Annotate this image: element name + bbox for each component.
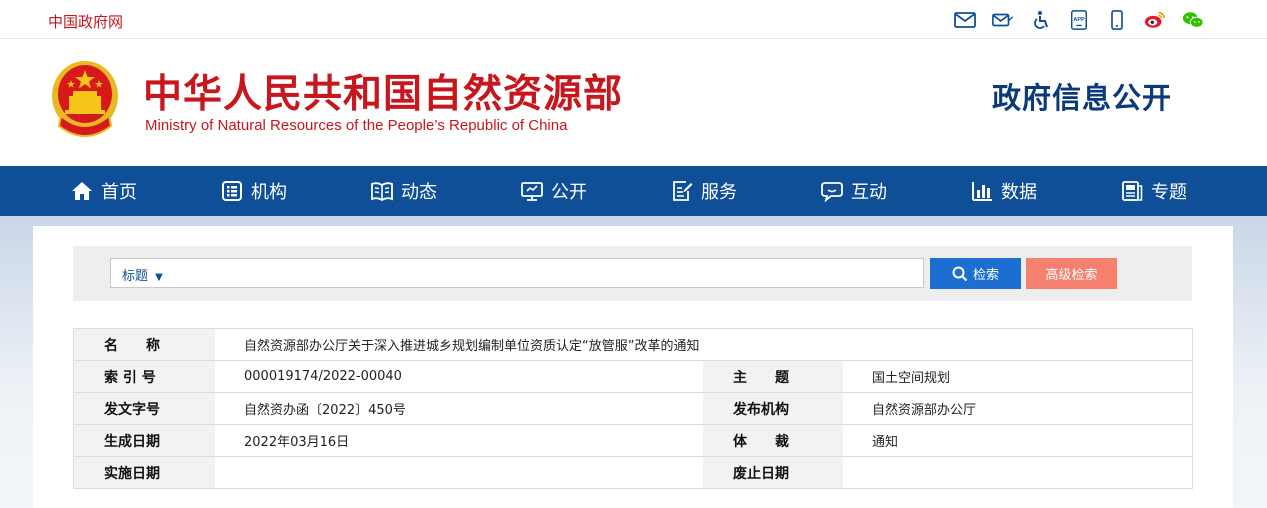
home-icon	[72, 182, 92, 200]
wechat-icon[interactable]	[1174, 9, 1212, 31]
issuer-label: 发布机构	[703, 393, 843, 424]
nav-item-topic[interactable]: 专题	[1121, 166, 1187, 216]
index-label: 索 引 号	[74, 361, 215, 392]
top-icon-group: APP	[946, 9, 1212, 31]
nav-label: 首页	[101, 182, 137, 203]
national-emblem-icon	[52, 61, 118, 137]
nav-label: 机构	[251, 182, 287, 203]
table-row: 实施日期 废止日期	[74, 457, 1192, 488]
search-type-label: 标题	[122, 269, 149, 284]
table-row: 名 称 自然资源部办公厅关于深入推进城乡规划编制单位资质认定“放管服”改革的通知	[74, 329, 1192, 361]
index-value: 000019174/2022-00040	[244, 369, 402, 384]
search-input[interactable]	[180, 260, 920, 286]
search-icon	[952, 266, 968, 281]
expiry-label: 废止日期	[703, 457, 843, 488]
nav-item-service[interactable]: 服务	[671, 166, 737, 216]
app-icon[interactable]: APP	[1060, 9, 1098, 31]
edit-doc-icon	[673, 181, 693, 201]
ministry-title-en: Ministry of Natural Resources of the Peo…	[145, 117, 568, 134]
nav-item-home[interactable]: 首页	[71, 166, 137, 216]
nav-label: 互动	[851, 182, 887, 203]
org-icon	[222, 181, 242, 201]
subject-label: 主 题	[703, 361, 843, 392]
nav-item-data[interactable]: 数据	[971, 166, 1037, 216]
search-button[interactable]: 检索	[930, 258, 1021, 289]
site-header: 中华人民共和国自然资源部 Ministry of Natural Resourc…	[0, 39, 1267, 166]
table-row: 生成日期 2022年03月16日 体 裁 通知	[74, 425, 1192, 457]
effective-value	[215, 457, 703, 488]
table-row: 索 引 号 000019174/2022-00040 主 题 国土空间规划	[74, 361, 1192, 393]
advanced-search-button[interactable]: 高级检索	[1026, 258, 1117, 289]
monitor-icon	[521, 182, 543, 201]
nav-label: 服务	[701, 182, 737, 203]
search-type-select[interactable]: 标题 ▼	[122, 265, 163, 284]
mail-icon[interactable]	[946, 9, 984, 31]
name-value: 自然资源部办公厅关于深入推进城乡规划编制单位资质认定“放管服”改革的通知	[244, 339, 700, 354]
genre-label: 体 裁	[703, 425, 843, 456]
mail-edit-icon[interactable]	[984, 9, 1022, 31]
nav-label: 专题	[1151, 182, 1187, 203]
top-bar: 中国政府网 APP	[0, 0, 1267, 39]
issuer-value: 自然资源部办公厅	[872, 403, 977, 418]
table-row: 发文字号 自然资办函〔2022〕450号 发布机构 自然资源部办公厅	[74, 393, 1192, 425]
nav-item-public[interactable]: 公开	[521, 166, 587, 216]
effective-label: 实施日期	[74, 457, 215, 488]
dropdown-arrow-icon: ▼	[155, 272, 163, 283]
date-label: 生成日期	[74, 425, 215, 456]
svg-text:APP: APP	[1073, 17, 1085, 23]
section-title: 政府信息公开	[992, 81, 1173, 115]
docno-label: 发文字号	[74, 393, 215, 424]
main-nav: 首页 机构 动态 公开 服务 互动 数据 专题	[0, 166, 1267, 216]
gov-portal-link[interactable]: 中国政府网	[48, 11, 123, 32]
nav-label: 公开	[551, 182, 587, 203]
docno-value: 自然资办函〔2022〕450号	[244, 403, 406, 418]
document-info-table: 名 称 自然资源部办公厅关于深入推进城乡规划编制单位资质认定“放管服”改革的通知…	[73, 328, 1193, 489]
expiry-value	[843, 457, 1192, 488]
book-icon	[371, 182, 393, 202]
topic-icon	[1122, 181, 1143, 201]
search-button-label: 检索	[972, 268, 999, 283]
nav-label: 数据	[1001, 182, 1037, 203]
ministry-title-cn: 中华人民共和国自然资源部	[143, 72, 624, 117]
bar-chart-icon	[972, 182, 992, 201]
chat-icon	[821, 182, 843, 202]
nav-item-org[interactable]: 机构	[221, 166, 287, 216]
nav-item-interact[interactable]: 互动	[821, 166, 887, 216]
subject-value: 国土空间规划	[872, 371, 951, 386]
weibo-icon[interactable]	[1136, 9, 1174, 31]
accessibility-icon[interactable]	[1022, 9, 1060, 31]
nav-item-news[interactable]: 动态	[371, 166, 437, 216]
name-label: 名 称	[74, 329, 215, 360]
genre-value: 通知	[872, 435, 899, 450]
nav-label: 动态	[401, 182, 437, 203]
date-value: 2022年03月16日	[244, 435, 350, 450]
mobile-icon[interactable]	[1098, 9, 1136, 31]
